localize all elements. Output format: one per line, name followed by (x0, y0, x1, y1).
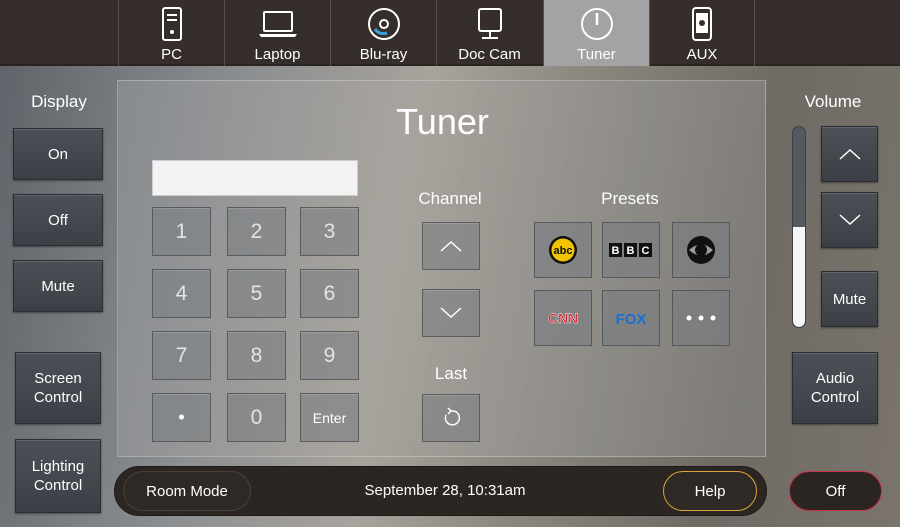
more-icon (686, 315, 716, 321)
keypad-key-9[interactable]: 9 (300, 331, 359, 380)
display-title: Display (31, 92, 87, 111)
source-label: Tuner (577, 46, 616, 63)
date-time: September 28, 10:31am (364, 482, 526, 499)
help-button[interactable]: Help (663, 471, 757, 511)
panel-title: Tuner (396, 101, 489, 142)
source-label: Laptop (254, 46, 301, 63)
keypad-key-6[interactable]: 6 (300, 269, 359, 318)
keypad-key-2[interactable]: 2 (227, 207, 286, 256)
display-on-button[interactable]: On (13, 128, 103, 180)
keypad-key-5[interactable]: 5 (227, 269, 286, 318)
source-tab-doc-cam[interactable]: Doc Cam (436, 0, 542, 66)
chevron-up-icon (838, 148, 861, 160)
svg-text:B: B (612, 245, 620, 257)
preset-cbs[interactable] (672, 222, 730, 278)
preset-more[interactable] (672, 290, 730, 346)
source-label: Doc Cam (458, 46, 521, 63)
svg-text:CNN: CNN (548, 310, 578, 326)
abc-logo-icon: abc (549, 236, 577, 264)
channel-up-button[interactable] (422, 222, 480, 270)
volume-mute-button[interactable]: Mute (821, 271, 878, 327)
refresh-icon (444, 407, 461, 426)
source-label: PC (161, 46, 182, 63)
last-label: Last (434, 364, 468, 383)
channel-down-button[interactable] (422, 289, 480, 337)
room-mode-button[interactable]: Room Mode (123, 471, 251, 511)
keypad-key-8[interactable]: 8 (227, 331, 286, 380)
keypad-key-0[interactable]: 0 (227, 393, 286, 442)
keypad-key-3[interactable]: 3 (300, 207, 359, 256)
tuner-panel: Tuner 1 2 3 4 5 6 7 8 9 • 0 Enter Channe… (117, 80, 766, 457)
svg-text:B: B (627, 245, 635, 257)
preset-abc[interactable]: abc (534, 222, 592, 278)
volume-level-fill (793, 227, 805, 327)
lighting-control-button[interactable]: Lighting Control (15, 439, 101, 513)
cnn-logo-icon: CNN (548, 310, 579, 326)
audio-control-button[interactable]: Audio Control (792, 352, 878, 424)
preset-fox[interactable]: FOX (602, 290, 660, 346)
volume-title: Volume (804, 92, 862, 111)
svg-text:FOX: FOX (616, 311, 647, 326)
bbc-logo-icon: BBC (609, 243, 652, 257)
channel-entry-field[interactable] (152, 160, 358, 196)
keypad-key-enter[interactable]: Enter (300, 393, 359, 442)
source-bar: PC Laptop Blu-ray Doc Cam Tuner AUX (0, 0, 900, 66)
display-mute-button[interactable]: Mute (13, 260, 103, 312)
volume-up-button[interactable] (821, 126, 878, 182)
doc-cam-icon (475, 4, 505, 44)
source-label: AUX (686, 46, 718, 63)
source-label: Blu-ray (359, 46, 408, 63)
keypad-key-1[interactable]: 1 (152, 207, 211, 256)
keypad-key-4[interactable]: 4 (152, 269, 211, 318)
preset-bbc[interactable]: BBC (602, 222, 660, 278)
last-channel-button[interactable] (422, 394, 480, 442)
laptop-icon (258, 4, 298, 44)
pc-tower-icon (161, 4, 183, 44)
source-tab-bluray[interactable]: Blu-ray (330, 0, 436, 66)
volume-slider[interactable] (792, 126, 806, 328)
screen-control-button[interactable]: Screen Control (15, 352, 101, 424)
tuner-knob-icon (579, 4, 615, 44)
svg-text:abc: abc (554, 245, 573, 257)
chevron-down-icon (838, 214, 861, 226)
source-tab-aux[interactable]: AUX (649, 0, 755, 66)
presets-label: Presets (601, 189, 659, 208)
source-tab-pc[interactable]: PC (118, 0, 224, 66)
cbs-eye-logo-icon (687, 236, 715, 264)
fox-logo-icon: FOX (616, 311, 647, 326)
source-tab-tuner[interactable]: Tuner (543, 0, 649, 66)
bottom-bar: Room Mode September 28, 10:31am Help (114, 466, 767, 516)
source-tab-laptop[interactable]: Laptop (224, 0, 330, 66)
aux-device-icon (691, 4, 713, 44)
disc-icon (367, 4, 401, 44)
chevron-up-icon (440, 240, 462, 252)
svg-text:C: C (642, 245, 650, 257)
preset-cnn[interactable]: CNN (534, 290, 592, 346)
volume-down-button[interactable] (821, 192, 878, 248)
chevron-down-icon (440, 307, 462, 319)
keypad-key-dot[interactable]: • (152, 393, 211, 442)
system-off-button[interactable]: Off (789, 471, 882, 511)
channel-label: Channel (418, 189, 482, 208)
keypad-key-7[interactable]: 7 (152, 331, 211, 380)
display-off-button[interactable]: Off (13, 194, 103, 246)
